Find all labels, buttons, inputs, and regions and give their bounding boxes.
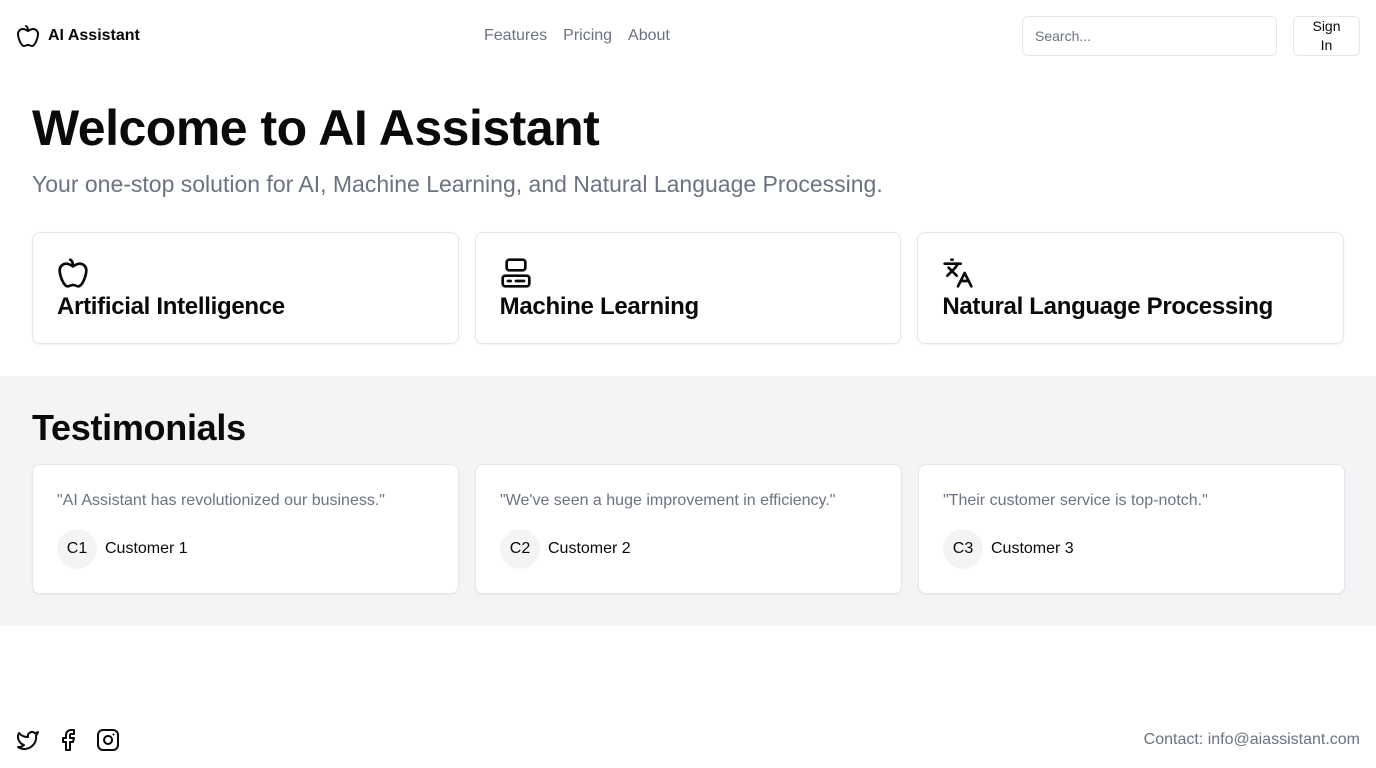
- feature-title: Machine Learning: [499, 293, 700, 320]
- feature-card-nlp: Natural Language Processing: [917, 232, 1345, 344]
- search-input[interactable]: [1022, 16, 1277, 56]
- sign-in-button[interactable]: Sign In: [1293, 16, 1360, 56]
- main-nav: Features Pricing About: [484, 24, 670, 48]
- author-name: Customer 1: [105, 540, 188, 557]
- testimonial-quote: "AI Assistant has revolutionized our bus…: [57, 492, 385, 509]
- testimonials-section: Testimonials "AI Assistant has revolutio…: [0, 376, 1376, 626]
- testimonials-title: Testimonials: [32, 407, 246, 448]
- apple-icon: [57, 257, 89, 289]
- testimonial-author: C3 Customer 3: [943, 529, 1320, 569]
- site-footer: Contact: info@aiassistant.com: [0, 720, 1376, 760]
- apple-icon: [16, 24, 40, 48]
- feature-card-ai: Artificial Intelligence: [32, 232, 459, 344]
- author-name: Customer 2: [548, 540, 631, 557]
- nav-link-about[interactable]: About: [628, 24, 670, 48]
- page-subtitle: Your one-stop solution for AI, Machine L…: [32, 171, 883, 197]
- author-name: Customer 3: [991, 540, 1074, 557]
- testimonial-card: "We've seen a huge improvement in effici…: [475, 464, 902, 594]
- social-links: [16, 728, 120, 752]
- avatar: C2: [500, 529, 540, 569]
- feature-title: Artificial Intelligence: [57, 293, 285, 320]
- testimonial-author: C1 Customer 1: [57, 529, 434, 569]
- instagram-icon[interactable]: [96, 728, 120, 752]
- nav-link-features[interactable]: Features: [484, 24, 547, 48]
- contact-info: Contact: info@aiassistant.com: [1143, 731, 1360, 748]
- testimonial-card: "AI Assistant has revolutionized our bus…: [32, 464, 459, 594]
- testimonial-list: "AI Assistant has revolutionized our bus…: [32, 464, 1345, 594]
- translate-icon: [942, 257, 974, 289]
- testimonial-card: "Their customer service is top-notch." C…: [918, 464, 1345, 594]
- feature-title: Natural Language Processing: [942, 293, 1273, 320]
- site-header: AI Assistant Features Pricing About Sign…: [0, 0, 1376, 72]
- testimonial-author: C2 Customer 2: [500, 529, 877, 569]
- testimonial-quote: "We've seen a huge improvement in effici…: [500, 492, 836, 509]
- avatar: C1: [57, 529, 97, 569]
- feature-card-ml: Machine Learning: [474, 232, 902, 344]
- brand[interactable]: AI Assistant: [16, 22, 140, 50]
- computer-icon: [500, 257, 532, 289]
- avatar: C3: [943, 529, 983, 569]
- brand-name: AI Assistant: [48, 27, 140, 44]
- page-title: Welcome to AI Assistant: [32, 100, 600, 156]
- facebook-icon[interactable]: [56, 728, 80, 752]
- nav-link-pricing[interactable]: Pricing: [563, 24, 612, 48]
- twitter-icon[interactable]: [16, 728, 40, 752]
- testimonial-quote: "Their customer service is top-notch.": [943, 492, 1208, 509]
- feature-list: Artificial Intelligence Machine Learning: [32, 232, 1345, 344]
